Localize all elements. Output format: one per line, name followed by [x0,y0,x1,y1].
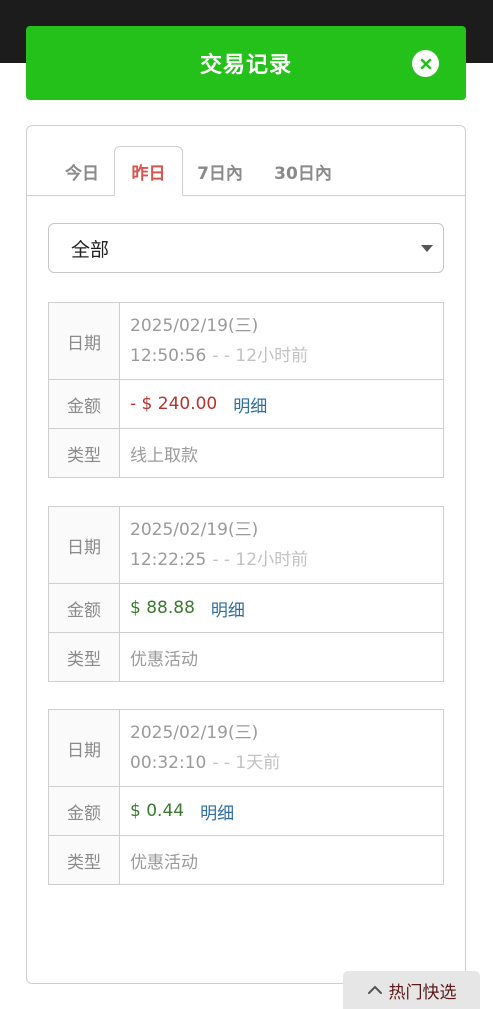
type-filter-value: 全部 [71,238,110,261]
records-panel: 今日 昨日 7日內 30日內 全部 日期 2025/02/19(三) 12:50… [26,125,466,984]
detail-link[interactable]: 明细 [211,596,245,621]
type-label: 类型 [49,429,120,477]
date-value: 2025/02/19(三) 12:50:56- - 12小时前 [120,303,443,379]
record-amount: $ 0.44 [130,801,185,821]
date-label: 日期 [49,507,120,583]
type-label: 类型 [49,633,120,681]
tab-7days-label: 7日內 [197,163,243,184]
date-tabs: 今日 昨日 7日內 30日內 [27,146,465,196]
tab-7days[interactable]: 7日內 [187,146,253,196]
date-label: 日期 [49,710,120,786]
record-ago: - - 1天前 [212,753,281,773]
record-amount: - $ 240.00 [130,394,218,414]
close-icon [420,58,431,69]
chevron-down-icon [421,245,433,252]
record-type: 优惠活动 [130,649,198,670]
detail-link[interactable]: 明细 [233,392,267,417]
record-type: 优惠活动 [130,852,198,873]
record-time: 12:50:56 [130,346,207,366]
tab-yesterday[interactable]: 昨日 [114,146,183,196]
record-amount: $ 88.88 [130,598,195,618]
tab-today[interactable]: 今日 [51,146,113,196]
record-time: 00:32:10 [130,753,207,773]
quick-menu-button[interactable]: 热门快选 [343,971,480,1009]
transaction-record: 日期 2025/02/19(三) 00:32:10- - 1天前 金额 $ 0.… [48,709,444,885]
transaction-record: 日期 2025/02/19(三) 12:22:25- - 12小时前 金额 $ … [48,506,444,682]
quick-menu-label: 热门快选 [388,982,457,1003]
record-ago: - - 12小时前 [212,550,309,570]
record-ago: - - 12小时前 [212,346,309,366]
date-label: 日期 [49,303,120,379]
tab-30days[interactable]: 30日內 [263,146,343,196]
page-header: 交易记录 [26,26,466,100]
close-button[interactable] [412,50,439,77]
amount-label: 金额 [49,584,120,632]
date-value: 2025/02/19(三) 12:22:25- - 12小时前 [120,507,443,583]
amount-label: 金额 [49,380,120,428]
type-filter-select[interactable]: 全部 [48,223,444,273]
tab-yesterday-label: 昨日 [131,163,166,184]
chevron-up-icon [367,985,382,994]
tab-today-label: 今日 [65,163,99,184]
date-value: 2025/02/19(三) 00:32:10- - 1天前 [120,710,443,786]
type-label: 类型 [49,836,120,884]
tab-30days-label: 30日內 [274,163,332,184]
record-type: 线上取款 [130,445,198,466]
record-time: 12:22:25 [130,550,207,570]
record-date: 2025/02/19(三) [130,723,259,743]
record-date: 2025/02/19(三) [130,520,259,540]
detail-link[interactable]: 明细 [200,799,234,824]
amount-label: 金额 [49,787,120,835]
page-title: 交易记录 [199,53,292,78]
transaction-record: 日期 2025/02/19(三) 12:50:56- - 12小时前 金额 - … [48,302,444,478]
record-date: 2025/02/19(三) [130,316,259,336]
